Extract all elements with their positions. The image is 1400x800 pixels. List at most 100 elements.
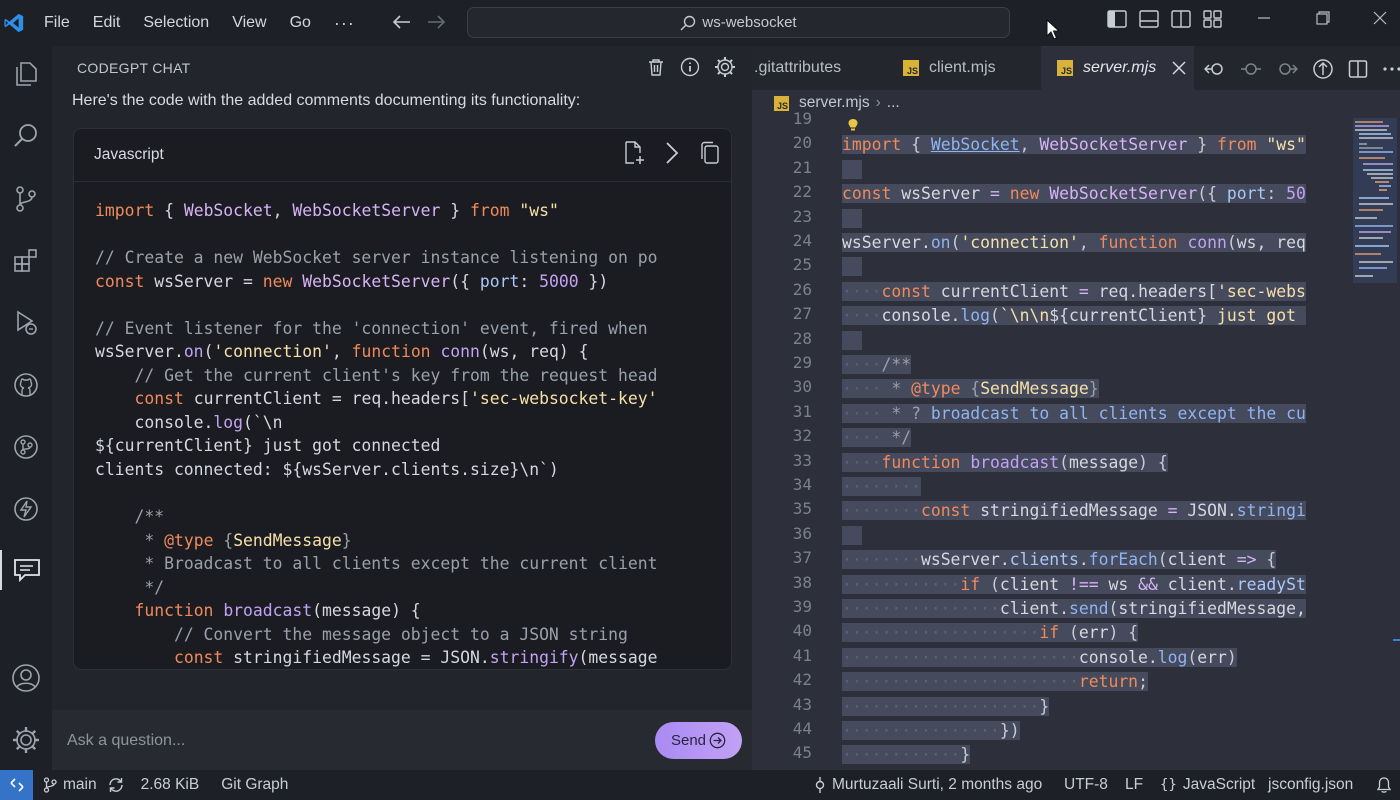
editor-line: ················}) bbox=[842, 719, 1020, 743]
lightning-icon[interactable] bbox=[0, 489, 52, 529]
gear-icon[interactable] bbox=[714, 56, 736, 78]
send-button[interactable]: Send bbox=[655, 722, 742, 759]
code-editor[interactable]: import { WebSocket, WebSocketServer } fr… bbox=[842, 112, 1350, 770]
split-editor-icon[interactable] bbox=[1348, 59, 1368, 79]
code-token: ws bbox=[1098, 574, 1139, 594]
code-token: stringi bbox=[1236, 501, 1306, 521]
toggle-secondary-sidebar-icon[interactable] bbox=[1171, 10, 1191, 28]
commit-icon[interactable] bbox=[1240, 59, 1262, 79]
language-mode[interactable]: {} JavaScript bbox=[1160, 770, 1255, 800]
code-token: // Event listener for the 'connection' e… bbox=[95, 318, 648, 338]
code-token: const bbox=[842, 184, 892, 204]
menu-view[interactable]: View bbox=[232, 14, 266, 32]
line-number: 37 bbox=[792, 548, 812, 568]
code-token: { bbox=[960, 379, 981, 399]
account-icon[interactable] bbox=[0, 658, 52, 698]
line-number: 32 bbox=[792, 426, 812, 446]
whitespace-dots: ············ bbox=[842, 745, 961, 765]
code-token: WebSocketServer bbox=[1039, 135, 1188, 155]
remote-indicator-icon[interactable] bbox=[0, 770, 33, 800]
breadcrumb-more[interactable]: ... bbox=[887, 94, 900, 112]
minimap[interactable] bbox=[1353, 118, 1397, 283]
open-changes-icon[interactable] bbox=[1312, 58, 1334, 80]
command-center-search[interactable]: ws-websocket bbox=[467, 7, 1010, 38]
code-token: stringifiedMessage, bbox=[1118, 599, 1306, 618]
tab-server-mjs[interactable]: JS server.mjs bbox=[1041, 46, 1194, 90]
trash-icon[interactable] bbox=[646, 57, 666, 77]
code-token: ${currentClient} bbox=[1049, 306, 1208, 326]
github-icon[interactable] bbox=[0, 365, 52, 405]
code-token: const bbox=[881, 281, 931, 301]
run-debug-icon[interactable] bbox=[0, 303, 52, 343]
more-menu-button[interactable]: ··· bbox=[334, 13, 355, 34]
code-token: { bbox=[901, 135, 931, 155]
close-window-icon[interactable] bbox=[1373, 11, 1387, 30]
customize-layout-icon[interactable] bbox=[1203, 10, 1223, 28]
restore-icon[interactable] bbox=[1316, 11, 1330, 30]
sync-button[interactable] bbox=[107, 776, 125, 794]
chat-icon[interactable] bbox=[0, 550, 52, 590]
code-token: stringify bbox=[489, 648, 579, 668]
minimize-icon[interactable] bbox=[1257, 11, 1271, 30]
explorer-icon[interactable] bbox=[0, 54, 52, 94]
menu-selection[interactable]: Selection bbox=[143, 14, 209, 32]
editor-line bbox=[842, 158, 862, 182]
menu-file[interactable]: File bbox=[44, 14, 70, 32]
code-token: * ? bbox=[881, 403, 931, 423]
code-token: SendMessage bbox=[980, 379, 1089, 399]
back-arrow-icon[interactable] bbox=[392, 13, 411, 34]
line-ending[interactable]: LF bbox=[1125, 770, 1143, 800]
breadcrumb-separator: › bbox=[875, 94, 881, 111]
whitespace-dots: ···· bbox=[842, 281, 882, 301]
code-token: WebSocketServer bbox=[292, 201, 441, 220]
branch-indicator[interactable]: main bbox=[43, 776, 97, 794]
code-line: * Broadcast to all clients except the cu… bbox=[95, 552, 658, 576]
toggle-primary-sidebar-icon[interactable] bbox=[1107, 10, 1127, 28]
jsconfig[interactable]: jsconfig.json bbox=[1268, 770, 1353, 800]
ask-question-input[interactable]: Ask a question... bbox=[67, 732, 185, 750]
forward-arrow-icon[interactable] bbox=[427, 13, 446, 34]
go-forward-icon[interactable] bbox=[1276, 59, 1298, 79]
code-token: // Get the current client's key from the… bbox=[134, 365, 658, 385]
code-token: log bbox=[213, 412, 244, 432]
go-back-icon[interactable] bbox=[1204, 59, 1226, 79]
code-token: WebSocket bbox=[930, 135, 1020, 155]
editor-line bbox=[842, 255, 862, 279]
search-icon[interactable] bbox=[0, 116, 52, 156]
editor-tabs: .gitattributes JS client.mjs JS server.m… bbox=[752, 46, 1400, 90]
tab-gitattributes[interactable]: .gitattributes bbox=[752, 46, 882, 90]
encoding[interactable]: UTF-8 bbox=[1064, 770, 1108, 800]
code-token: 50 bbox=[1286, 184, 1306, 204]
settings-icon[interactable] bbox=[0, 720, 52, 760]
info-icon[interactable] bbox=[680, 57, 700, 77]
new-file-icon[interactable] bbox=[621, 140, 647, 166]
more-actions-icon[interactable] bbox=[1382, 59, 1400, 79]
git-blame[interactable]: Murtuzaali Surti, 2 months ago bbox=[814, 770, 1042, 800]
copy-icon[interactable] bbox=[697, 140, 721, 166]
code-token: && bbox=[1138, 574, 1158, 594]
code-token: ( bbox=[1157, 550, 1168, 570]
code-token: } bbox=[341, 530, 352, 550]
editor-line: ····const currentClient = req.headers['s… bbox=[842, 280, 1306, 304]
code-token: err bbox=[1197, 647, 1227, 667]
close-icon[interactable] bbox=[1172, 61, 1186, 75]
extensions-icon[interactable] bbox=[0, 241, 52, 281]
git-graph-icon[interactable] bbox=[0, 427, 52, 467]
tab-client-mjs[interactable]: JS client.mjs bbox=[883, 46, 1040, 90]
insert-icon[interactable] bbox=[661, 140, 683, 166]
editor-line bbox=[842, 524, 862, 548]
source-control-icon[interactable] bbox=[0, 179, 52, 219]
code-line: clients connected: ${wsServer.clients.si… bbox=[95, 458, 658, 482]
toggle-panel-icon[interactable] bbox=[1139, 10, 1159, 28]
javascript-file-icon: JS bbox=[1057, 60, 1073, 76]
editor-line bbox=[842, 329, 862, 353]
menu-edit[interactable]: Edit bbox=[93, 14, 121, 32]
git-graph-button[interactable]: Git Graph bbox=[221, 776, 288, 794]
notifications-icon[interactable] bbox=[1376, 770, 1392, 800]
file-size: 2.68 KiB bbox=[140, 776, 200, 793]
menu-go[interactable]: Go bbox=[290, 14, 311, 32]
whitespace-dots: ···· bbox=[842, 355, 882, 374]
code-line: * @type {SendMessage} bbox=[95, 529, 658, 553]
